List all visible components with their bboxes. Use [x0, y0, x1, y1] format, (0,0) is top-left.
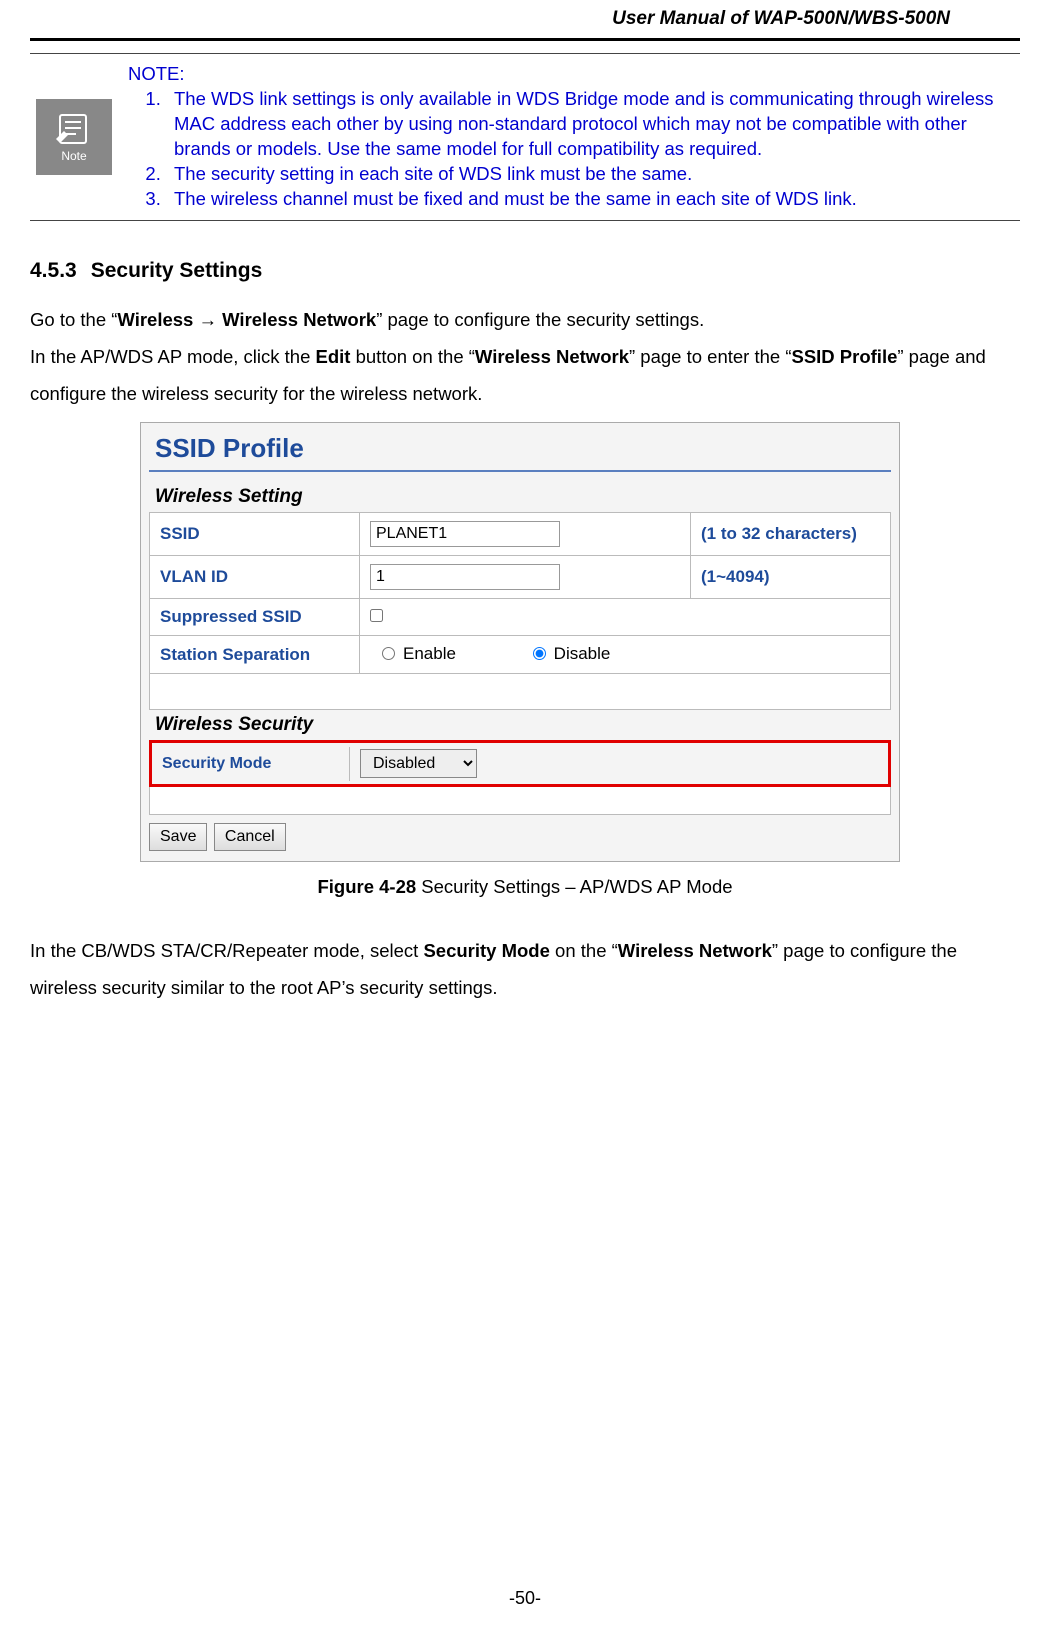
p1-b1: Wireless	[117, 309, 198, 330]
header-divider	[30, 38, 1020, 41]
vlan-input[interactable]	[370, 564, 560, 590]
paragraph-2: In the AP/WDS AP mode, click the Edit bu…	[30, 338, 1020, 412]
p2-t2: button on the “	[350, 346, 474, 367]
station-enable-label: Enable	[403, 644, 456, 664]
save-button[interactable]: Save	[149, 823, 207, 851]
label-security-mode: Security Mode	[152, 747, 350, 781]
page-footer: -50-	[0, 1588, 1050, 1609]
station-disable-label: Disable	[554, 644, 611, 664]
hint-vlan: (1~4094)	[691, 555, 891, 598]
p3-t1: In the CB/WDS STA/CR/Repeater mode, sele…	[30, 940, 423, 961]
suppressed-checkbox[interactable]	[370, 609, 383, 622]
arrow-icon: →	[198, 309, 217, 330]
p3-b1: Security Mode	[423, 940, 549, 961]
cell-security-mode: Disabled	[350, 743, 487, 784]
cell-ssid-input	[360, 512, 691, 555]
note-icon-wrap: Note	[30, 60, 118, 214]
label-ssid: SSID	[150, 512, 360, 555]
paragraph-1: Go to the “Wireless → Wireless Network” …	[30, 301, 1020, 338]
label-suppressed: Suppressed SSID	[150, 598, 360, 635]
row-suppressed: Suppressed SSID	[150, 598, 891, 635]
page-header-title: User Manual of WAP-500N/WBS-500N	[0, 0, 1050, 38]
note-item-3: The wireless channel must be fixed and m…	[166, 187, 1014, 212]
wireless-security-heading: Wireless Security	[149, 710, 891, 740]
p2-b1: Edit	[316, 346, 351, 367]
p1-post: ” page to configure the security setting…	[376, 309, 704, 330]
note-text: NOTE: The WDS link settings is only avai…	[118, 60, 1020, 214]
p1-b2: Wireless Network	[217, 309, 376, 330]
section-heading: 4.5.3 Security Settings	[30, 259, 1020, 283]
row-ssid: SSID (1 to 32 characters)	[150, 512, 891, 555]
security-mode-highlight: Security Mode Disabled	[149, 740, 891, 787]
ssid-input[interactable]	[370, 521, 560, 547]
p2-t3: ” page to enter the “	[629, 346, 792, 367]
figure-divider	[149, 470, 891, 472]
station-disable-radio[interactable]	[533, 647, 546, 660]
spacer	[150, 674, 891, 710]
security-mode-select[interactable]: Disabled	[360, 749, 477, 778]
figure-caption: Figure 4-28 Security Settings – AP/WDS A…	[30, 876, 1020, 898]
section-title: Security Settings	[91, 259, 263, 282]
label-station: Station Separation	[150, 635, 360, 674]
section-number: 4.5.3	[30, 259, 77, 283]
p3-b2: Wireless Network	[618, 940, 772, 961]
note-item-2: The security setting in each site of WDS…	[166, 162, 1014, 187]
p1-pre: Go to the “	[30, 309, 117, 330]
note-title: NOTE:	[128, 62, 1014, 87]
wireless-setting-heading: Wireless Setting	[149, 482, 891, 512]
wireless-setting-table: SSID (1 to 32 characters) VLAN ID (1~409…	[149, 512, 891, 711]
cell-vlan-input	[360, 555, 691, 598]
cell-station: Enable Disable	[360, 635, 891, 674]
hint-ssid: (1 to 32 characters)	[691, 512, 891, 555]
figcap-bold: Figure 4-28	[317, 876, 421, 897]
blank-row	[149, 787, 891, 815]
note-icon-label: Note	[61, 149, 86, 163]
p2-t1: In the AP/WDS AP mode, click the	[30, 346, 316, 367]
figure-title: SSID Profile	[149, 431, 891, 464]
note-item-1: The WDS link settings is only available …	[166, 87, 1014, 162]
paragraph-3: In the CB/WDS STA/CR/Repeater mode, sele…	[30, 932, 1020, 1006]
p3-t2: on the “	[550, 940, 618, 961]
label-vlan: VLAN ID	[150, 555, 360, 598]
p2-b3: SSID Profile	[791, 346, 897, 367]
note-icon: Note	[36, 99, 112, 175]
cell-suppressed	[360, 598, 891, 635]
station-enable-radio[interactable]	[382, 647, 395, 660]
note-box: Note NOTE: The WDS link settings is only…	[30, 53, 1020, 221]
button-row: Save Cancel	[149, 815, 891, 853]
figcap-rest: Security Settings – AP/WDS AP Mode	[421, 876, 732, 897]
cancel-button[interactable]: Cancel	[214, 823, 286, 851]
row-station: Station Separation Enable Disable	[150, 635, 891, 674]
row-vlan: VLAN ID (1~4094)	[150, 555, 891, 598]
p2-b2: Wireless Network	[475, 346, 629, 367]
ssid-profile-figure: SSID Profile Wireless Setting SSID (1 to…	[140, 422, 900, 863]
